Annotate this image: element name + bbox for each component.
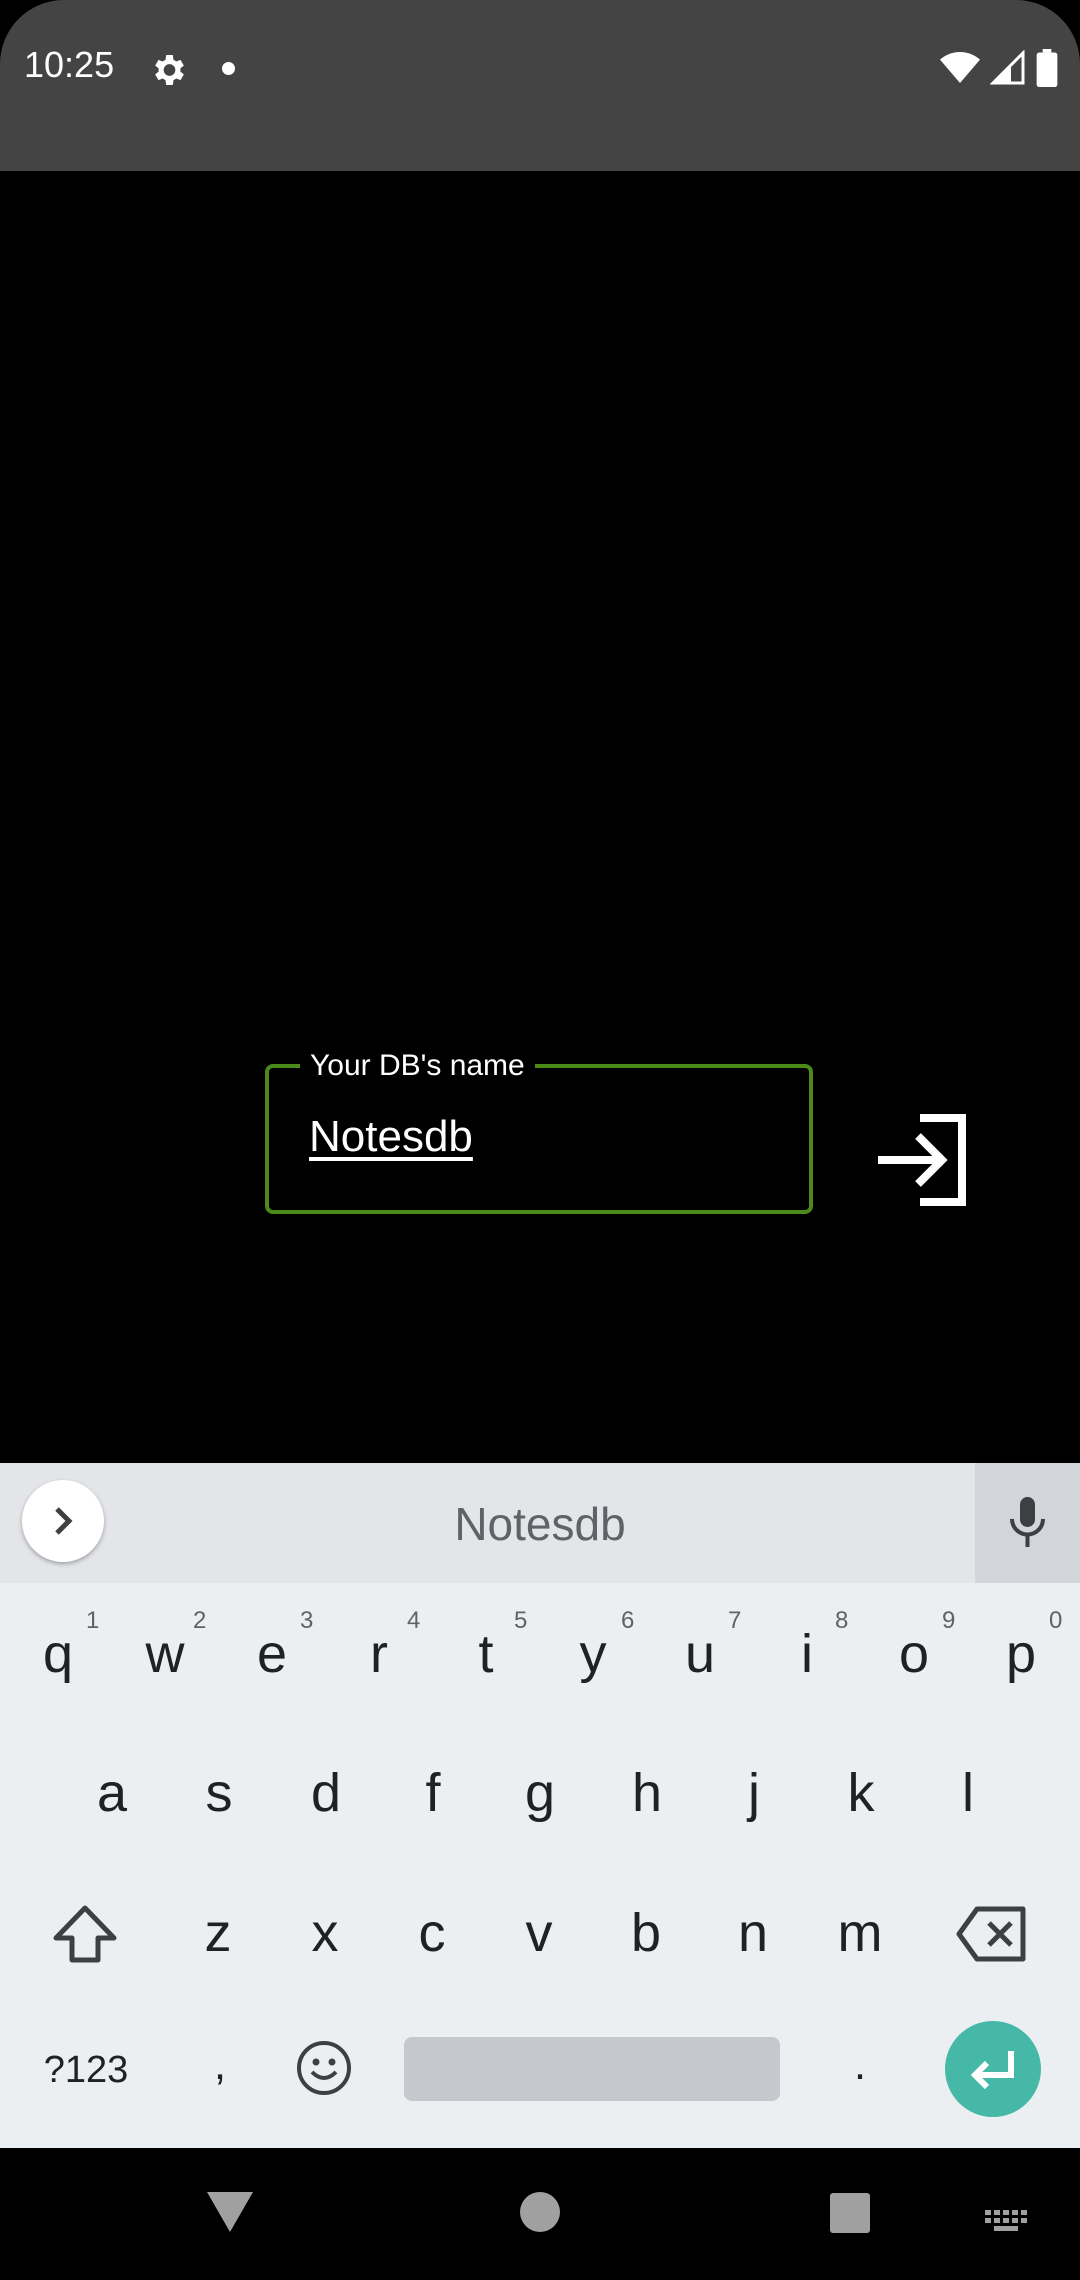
chevron-right-icon (55, 1507, 73, 1535)
shift-icon[interactable] (52, 1904, 118, 1964)
period-key[interactable]: . (815, 2040, 905, 2090)
navigation-bar (0, 2148, 1080, 2280)
key-b[interactable]: b (596, 1902, 696, 1964)
db-name-input[interactable]: Notesdb (309, 1112, 473, 1162)
settings-icon (155, 55, 184, 85)
key-g[interactable]: g (490, 1762, 590, 1824)
key-f[interactable]: f (383, 1762, 483, 1824)
voice-input-button[interactable] (975, 1463, 1080, 1583)
key-z[interactable]: z (168, 1902, 268, 1964)
key-hint-q: 1 (86, 1607, 100, 1634)
enter-key[interactable] (945, 2021, 1041, 2117)
login-icon[interactable] (870, 1110, 970, 1210)
key-c[interactable]: c (382, 1902, 482, 1964)
suggestion-word[interactable]: Notesdb (380, 1497, 700, 1551)
key-n[interactable]: n (703, 1902, 803, 1964)
toolbar-expand-button[interactable] (22, 1480, 104, 1562)
key-d[interactable]: d (276, 1762, 376, 1824)
key-k[interactable]: k (811, 1762, 911, 1824)
screen: 10:25 Your DB's name Notesdb Notesdb q 1… (0, 0, 1080, 2280)
battery-icon (1036, 49, 1058, 87)
key-x[interactable]: x (275, 1902, 375, 1964)
status-icons (940, 48, 1058, 88)
backspace-icon[interactable] (955, 1905, 1029, 1963)
key-hint-o: 9 (942, 1607, 956, 1634)
key-hint-u: 7 (728, 1607, 742, 1634)
recents-icon[interactable] (829, 2192, 871, 2234)
enter-icon (970, 2051, 1014, 2090)
space-key[interactable] (404, 2037, 780, 2101)
status-bar: 10:25 (0, 0, 1080, 171)
back-icon[interactable] (205, 2188, 255, 2234)
cell-signal-icon (990, 50, 1025, 85)
status-time: 10:25 (24, 44, 115, 85)
wifi-icon (940, 52, 980, 83)
key-hint-p: 0 (1049, 1607, 1063, 1634)
key-hint-t: 5 (514, 1607, 528, 1634)
microphone-icon (1010, 1497, 1045, 1547)
key-v[interactable]: v (489, 1902, 589, 1964)
key-j[interactable]: j (704, 1762, 804, 1824)
db-name-label: Your DB's name (300, 1046, 535, 1086)
notification-dot-icon (222, 62, 235, 75)
emoji-icon[interactable] (296, 2040, 352, 2096)
key-s[interactable]: s (169, 1762, 269, 1824)
key-h[interactable]: h (597, 1762, 697, 1824)
key-hint-w: 2 (193, 1607, 207, 1634)
keyboard-switch-icon[interactable] (985, 2210, 1029, 2238)
home-icon[interactable] (518, 2190, 562, 2234)
key-hint-e: 3 (300, 1607, 314, 1634)
key-l[interactable]: l (918, 1762, 1018, 1824)
key-hint-r: 4 (407, 1607, 421, 1634)
key-m[interactable]: m (810, 1902, 910, 1964)
symbols-key[interactable]: ?123 (23, 2049, 149, 2092)
key-hint-i: 8 (835, 1607, 849, 1634)
key-a[interactable]: a (62, 1762, 162, 1824)
key-hint-y: 6 (621, 1607, 635, 1634)
comma-key[interactable]: , (175, 2040, 265, 2090)
